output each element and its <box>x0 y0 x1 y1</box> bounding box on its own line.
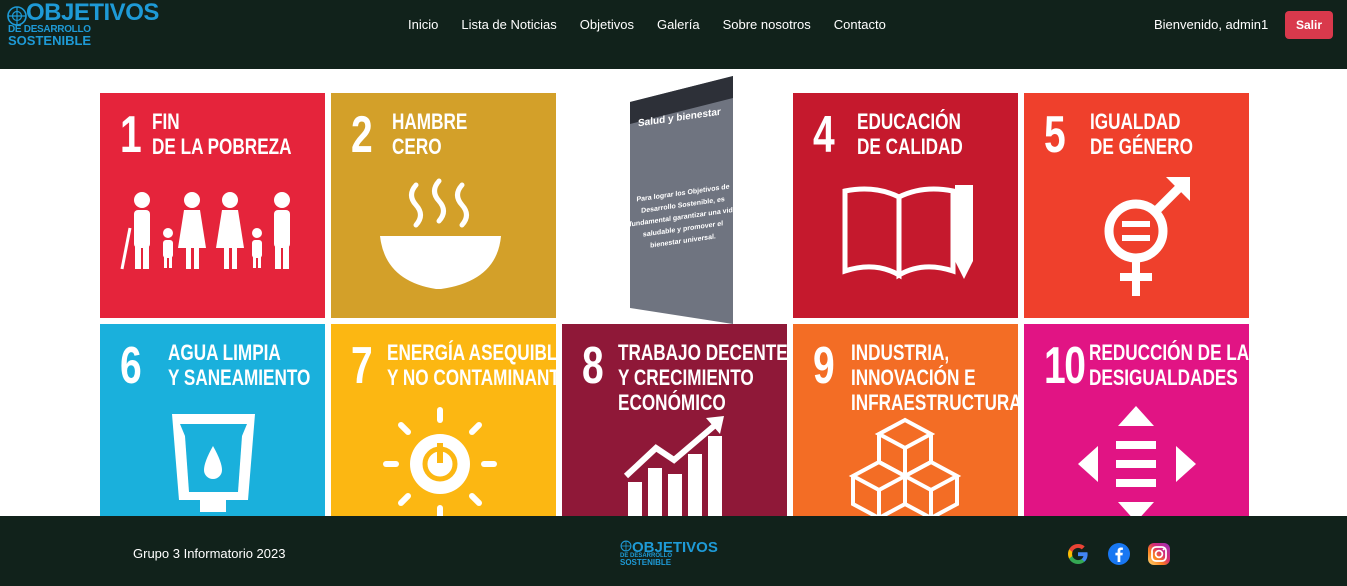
goal-tile-6[interactable]: 6 AGUA LIMPIA Y SANEAMIENTO <box>100 324 325 516</box>
nav-contacto[interactable]: Contacto <box>834 17 886 33</box>
goal-tile-8[interactable]: 8 TRABAJO DECENTE Y CRECIMIENTO ECONÓMIC… <box>562 324 787 516</box>
footer-globe-icon <box>620 540 632 552</box>
nav-objetivos[interactable]: Objetivos <box>580 17 634 33</box>
logout-button[interactable]: Salir <box>1285 11 1333 39</box>
bowl-icon <box>380 178 501 289</box>
footer-logo[interactable]: OBJETIVOS DE DESARROLLO SOSTENIBLE <box>620 540 718 568</box>
goal-tile-5[interactable]: 5 IGUALDAD DE GÉNERO <box>1024 93 1249 318</box>
growth-chart-icon <box>623 416 724 516</box>
footer-copyright: Grupo 3 Informatorio 2023 <box>133 546 286 561</box>
footer-logo-subtitle-2: SOSTENIBLE <box>620 558 672 567</box>
site-logo[interactable]: OBJETIVOS DE DESARROLLO SOSTENIBLE <box>6 1 159 48</box>
goal-tile-3-flipped[interactable]: Salud y bienestar Para lograr los Objeti… <box>562 72 787 324</box>
nav-sobre-nosotros[interactable]: Sobre nosotros <box>723 17 811 33</box>
goal-tile-1[interactable]: 1 FIN DE LA POBREZA <box>100 93 325 318</box>
nav-inicio[interactable]: Inicio <box>408 17 438 33</box>
navbar: OBJETIVOS DE DESARROLLO SOSTENIBLE Inici… <box>0 0 1347 69</box>
footer: Grupo 3 Informatorio 2023 OBJETIVOS DE D… <box>0 516 1347 586</box>
google-icon[interactable] <box>1066 542 1090 566</box>
goal-tile-7[interactable]: 7 ENERGÍA ASEQUIBLE Y NO CONTAMINANTE <box>331 324 556 516</box>
sun-power-icon <box>383 407 497 516</box>
welcome-text: Bienvenido, admin1 <box>1154 17 1269 32</box>
goal-tile-9[interactable]: 9 INDUSTRIA, INNOVACIÓN E INFRAESTRUCTUR… <box>793 324 1018 516</box>
family-icon <box>120 192 290 270</box>
logo-title-text: OBJETIVOS <box>26 0 159 26</box>
nav-lista-noticias[interactable]: Lista de Noticias <box>461 17 556 33</box>
arrows-equal-icon <box>1078 406 1196 516</box>
goal-tile-10[interactable]: 10 REDUCCIÓN DE LAS DESIGUALDADES <box>1024 324 1249 516</box>
facebook-icon[interactable] <box>1107 542 1131 566</box>
instagram-icon[interactable] <box>1147 542 1171 566</box>
cubes-icon <box>848 417 962 516</box>
water-glass-icon <box>172 414 255 512</box>
logo-subtitle-2: SOSTENIBLE <box>8 33 92 48</box>
goal-tile-2[interactable]: 2 HAMBRE CERO <box>331 93 556 318</box>
nav-galeria[interactable]: Galería <box>657 17 700 33</box>
main-nav: Inicio Lista de Noticias Objetivos Galer… <box>408 17 909 33</box>
logo-title: OBJETIVOS <box>26 1 159 25</box>
goal-tile-4[interactable]: 4 EDUCACIÓN DE CALIDAD <box>793 93 1018 318</box>
book-pencil-icon <box>842 185 973 280</box>
gender-equality-icon <box>1104 177 1190 296</box>
